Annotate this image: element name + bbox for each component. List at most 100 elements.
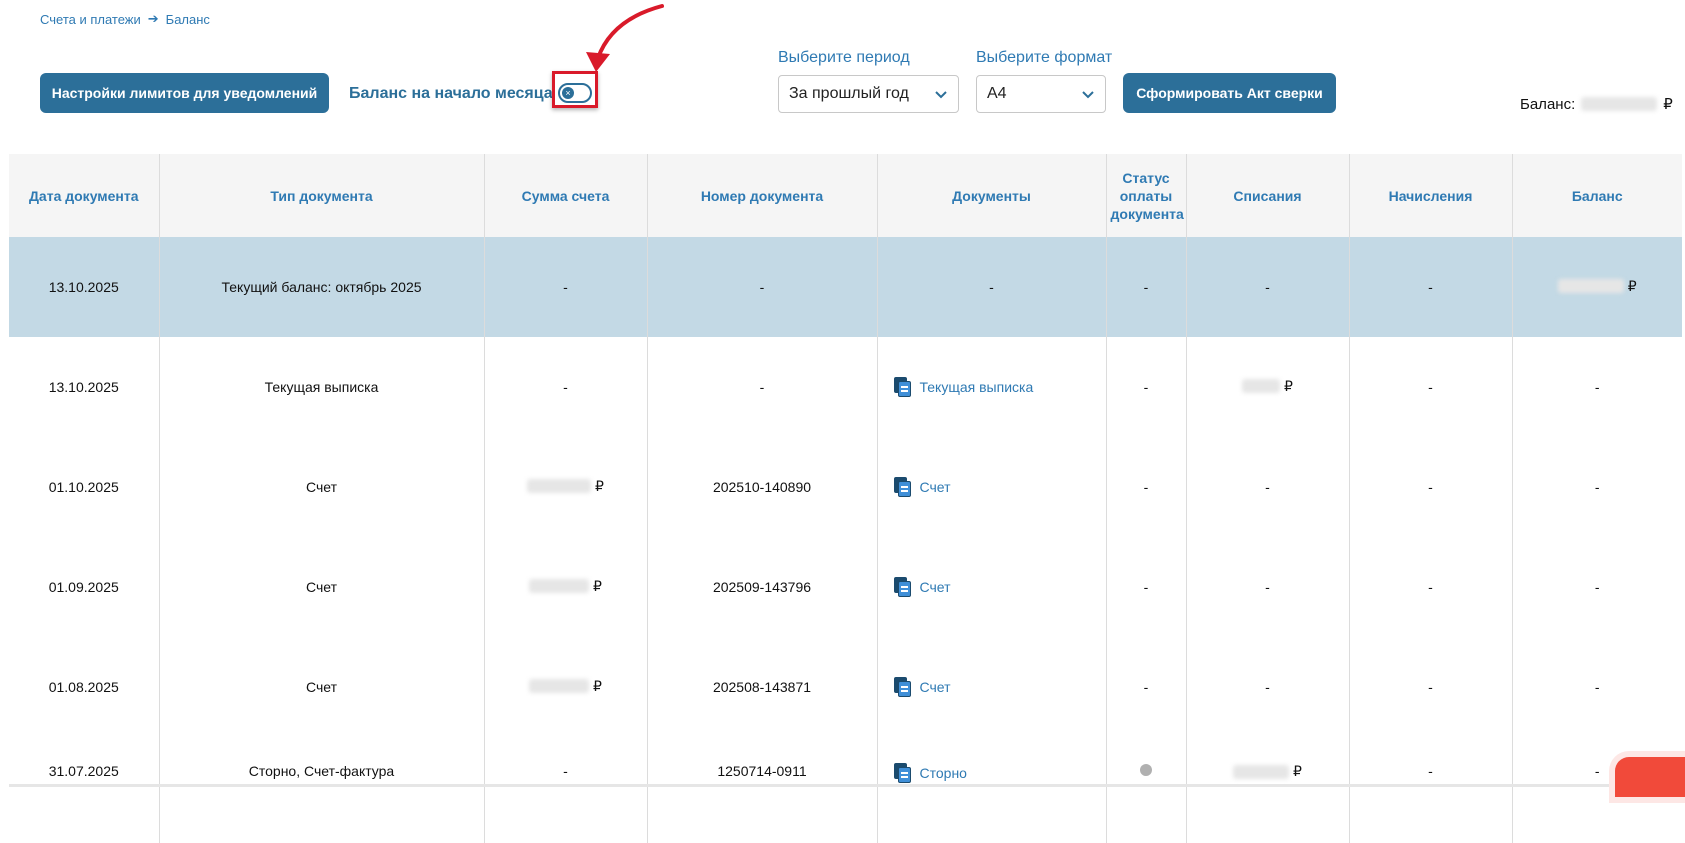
cell-number: 202509-143796 (647, 537, 878, 637)
cell-number: 1250714-0911 (647, 737, 878, 843)
currency-sign: ₽ (593, 577, 602, 594)
document-link[interactable]: Счет (878, 677, 1106, 697)
cell-date: 13.10.2025 (9, 337, 160, 437)
table-row: 13.10.2025 Текущий баланс: октябрь 2025 … (9, 237, 1682, 337)
header-debits[interactable]: Списания (1186, 154, 1350, 237)
cell-sum: - (484, 337, 648, 437)
document-link[interactable]: Счет (878, 577, 1106, 597)
month-start-balance-label: Баланс на начало месяца (349, 85, 553, 102)
cell-status: - (1106, 437, 1187, 537)
cell-date: 01.09.2025 (9, 537, 160, 637)
chevron-down-icon (1082, 91, 1094, 99)
document-link[interactable]: Сторно (878, 763, 1106, 783)
balance-value-redacted (1581, 97, 1658, 111)
cell-credit: - (1349, 437, 1513, 537)
header-document-date[interactable]: Дата документа (9, 154, 160, 237)
period-select[interactable]: За прошлый год (778, 75, 959, 113)
cell-balance: ₽ (1512, 237, 1682, 337)
cell-document: Счет (877, 637, 1107, 737)
cell-document: Текущая выписка (877, 337, 1107, 437)
current-balance: Баланс: ₽ (1520, 95, 1673, 114)
cell-status: - (1106, 237, 1187, 337)
cell-debit: - (1186, 437, 1350, 537)
document-link-label: Сторно (919, 765, 967, 781)
annotation-arrow-icon (586, 4, 664, 72)
breadcrumb-current[interactable]: Баланс (166, 12, 210, 27)
cell-credit: - (1349, 337, 1513, 437)
document-icon (893, 677, 912, 697)
cell-balance: - (1594, 479, 1600, 495)
cell-date: 13.10.2025 (9, 237, 160, 337)
cell-sum: - (484, 737, 648, 843)
cell-date: 31.07.2025 (9, 737, 160, 843)
table-row: 31.07.2025 Сторно, Счет-фактура - 125071… (9, 737, 1682, 843)
cell-sum: ₽ (484, 437, 648, 537)
cell-document: - (877, 237, 1107, 337)
cell-status: - (1106, 537, 1187, 637)
currency-sign: ₽ (1663, 96, 1673, 113)
header-document-number[interactable]: Номер документа (647, 154, 878, 237)
format-select-value: A4 (987, 85, 1007, 102)
cell-credit: - (1349, 637, 1513, 737)
currency-sign: ₽ (1293, 763, 1302, 779)
table-row: 01.10.2025 Счет ₽ 202510-140890 Счет - -… (9, 437, 1682, 537)
cell-sum: ₽ (484, 537, 648, 637)
document-icon (893, 477, 912, 497)
header-credits[interactable]: Начисления (1349, 154, 1513, 237)
cell-number: - (647, 337, 878, 437)
period-label: Выберите период (778, 49, 910, 66)
balance-table: Дата документа Тип документа Сумма счета… (9, 154, 1682, 843)
document-icon (893, 577, 912, 597)
format-select[interactable]: A4 (976, 75, 1106, 113)
cell-document: Счет (877, 437, 1107, 537)
month-start-balance-toggle[interactable]: × (558, 83, 592, 103)
cell-debit: - (1186, 537, 1350, 637)
cell-credit: - (1349, 737, 1513, 843)
header-document-type[interactable]: Тип документа (159, 154, 485, 237)
document-link-label: Счет (919, 579, 951, 595)
arrow-right-icon: ➔ (147, 11, 159, 26)
document-link[interactable]: Текущая выписка (878, 377, 1106, 397)
cell-number: 202508-143871 (647, 637, 878, 737)
breadcrumb-parent-link[interactable]: Счета и платежи (40, 12, 141, 27)
cell-balance: - (1594, 379, 1600, 395)
currency-sign: ₽ (593, 677, 602, 694)
cell-document: Счет (877, 537, 1107, 637)
cell-credit: - (1349, 537, 1513, 637)
balance-label: Баланс: (1520, 95, 1576, 113)
currency-sign: ₽ (595, 477, 604, 494)
document-icon (893, 763, 912, 783)
header-invoice-sum[interactable]: Сумма счета (484, 154, 648, 237)
chat-widget-button[interactable] (1615, 757, 1685, 797)
cell-document: Сторно (877, 737, 1107, 843)
period-select-value: За прошлый год (789, 85, 909, 102)
cell-credit: - (1349, 237, 1513, 337)
cell-type: Счет (159, 437, 485, 537)
header-balance[interactable]: Баланс (1512, 154, 1682, 237)
cell-date: 01.08.2025 (9, 637, 160, 737)
notification-limits-button[interactable]: Настройки лимитов для уведомлений (40, 73, 329, 113)
cell-type: Текущая выписка (159, 337, 485, 437)
currency-sign: ₽ (1627, 277, 1637, 294)
currency-sign: ₽ (1284, 377, 1293, 394)
table-row: 13.10.2025 Текущая выписка - - Текущая в… (9, 337, 1682, 437)
document-icon (893, 377, 912, 397)
generate-reconciliation-act-button[interactable]: Сформировать Акт сверки (1123, 73, 1336, 113)
cell-status (1106, 737, 1187, 843)
document-link-label: Счет (919, 479, 951, 495)
toggle-off-icon: × (562, 87, 574, 99)
document-link-label: Текущая выписка (919, 379, 1034, 395)
cell-type: Счет (159, 637, 485, 737)
status-dot-icon (1140, 764, 1152, 776)
cell-status: - (1106, 337, 1187, 437)
cell-debit: - (1186, 237, 1350, 337)
table-row: 01.09.2025 Счет ₽ 202509-143796 Счет - -… (9, 537, 1682, 637)
cell-sum: - (484, 237, 648, 337)
cell-debit: ₽ (1186, 337, 1350, 437)
breadcrumb: Счета и платежи ➔ Баланс (40, 11, 210, 27)
cell-status: - (1106, 637, 1187, 737)
header-payment-status[interactable]: Статус оплаты документа (1106, 154, 1187, 237)
cell-number: - (647, 237, 878, 337)
document-link[interactable]: Счет (878, 477, 1106, 497)
header-documents[interactable]: Документы (877, 154, 1107, 237)
